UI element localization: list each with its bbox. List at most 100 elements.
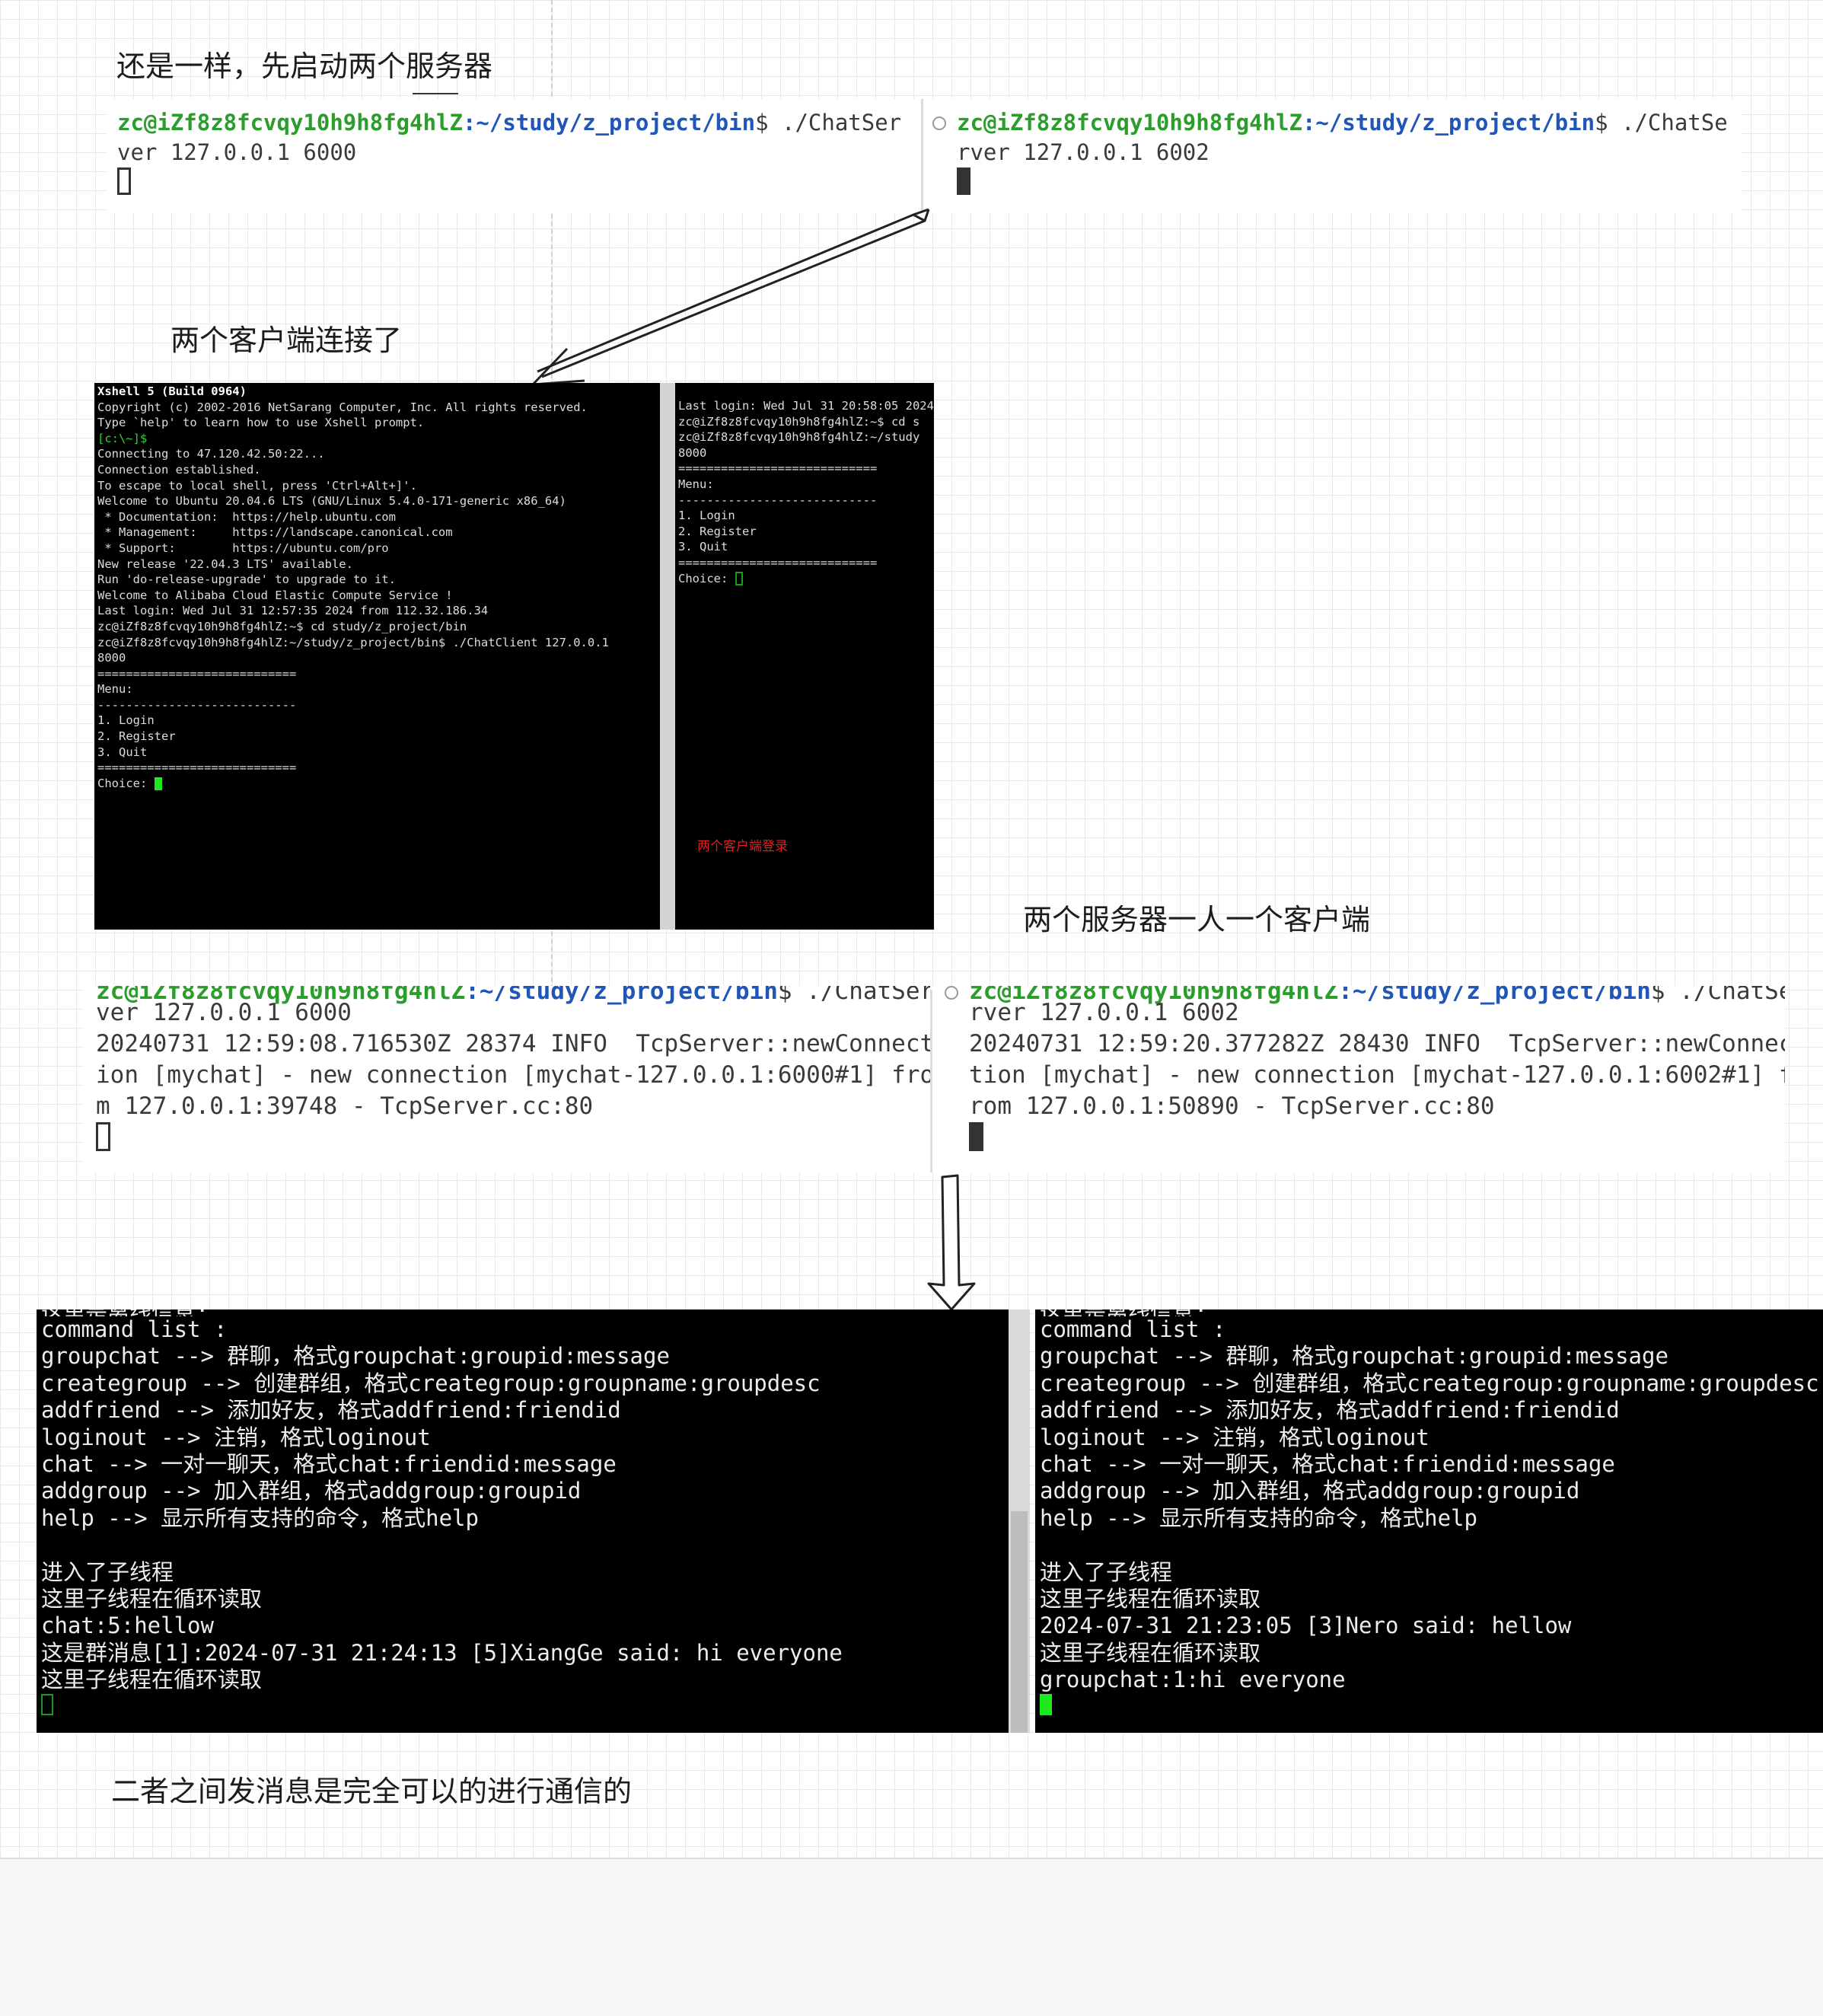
terminal-line: To escape to local shell, press 'Ctrl+Al… [97, 478, 417, 493]
terminal-line: 进入了子线程 [41, 1558, 174, 1585]
terminal-line: 这里子线程在循环读取 [41, 1586, 263, 1612]
annotation-note: 两个客户端登录 [697, 839, 788, 854]
prompt-command: $ ./ChatSer [755, 110, 902, 136]
terminal-line: m 127.0.0.1:39748 - TcpServer.cc:80 [96, 1093, 594, 1120]
cursor-icon [117, 167, 131, 195]
xshell-title: Xshell 5 (Build 0964) [97, 384, 247, 398]
prompt-line-clipped: zc@iZf8z8fcvqy10h9h8fg4hlZ:~/study/z_pro… [96, 986, 930, 1005]
terminal-line: addfriend --> 添加好友，格式addfriend:friendid [1040, 1397, 1620, 1424]
terminal-scrollbar-thumb[interactable] [1011, 1511, 1028, 1733]
terminal-line: groupchat --> 群聊，格式groupchat:groupid:mes… [41, 1343, 670, 1370]
terminal-line: groupchat --> 群聊，格式groupchat:groupid:mes… [1040, 1343, 1668, 1370]
terminal-line: addfriend --> 添加好友，格式addfriend:friendid [41, 1397, 621, 1424]
prompt-path: :~/study/z_project/bin [1302, 110, 1595, 136]
terminal-line: ============================ [678, 461, 878, 476]
terminal-line: addgroup --> 加入群组，格式addgroup:groupid [1040, 1478, 1580, 1504]
prompt-line: zc@iZf8z8fcvqy10h9h8fg4hlZ:~/study/z_pro… [957, 108, 1734, 138]
cursor-icon [1040, 1693, 1052, 1715]
terminal-line: rver 127.0.0.1 6002 [957, 139, 1209, 165]
chat-client-terminal-left: 这里是离线信息: command list : groupchat --> 群聊… [37, 1309, 1009, 1733]
server-log-terminal-right: zc@iZf8z8fcvqy10h9h8fg4hlZ:~/study/z_pro… [932, 986, 1785, 1172]
terminal-line: Last login: Wed Jul 31 12:57:35 2024 fro… [97, 604, 489, 618]
terminal-line: rom 127.0.0.1:50890 - TcpServer.cc:80 [969, 1093, 1495, 1120]
terminal-line: ============================ [97, 666, 297, 681]
terminal-line: ver 127.0.0.1 6000 [117, 139, 357, 165]
terminal-line: Connecting to 47.120.42.50:22... [97, 447, 325, 461]
terminal-line: Last login: Wed Jul 31 20:58:05 2024 [678, 399, 934, 413]
terminal-line: * Support: https://ubuntu.com/pro [97, 541, 389, 555]
terminal-line: 这里子线程在循环读取 [1040, 1639, 1261, 1666]
terminal-line: 这里子线程在循环读取 [1040, 1586, 1261, 1612]
heading-start-servers: 还是一样，先启动两个服务器 [116, 49, 493, 83]
terminal-line: 3. Quit [97, 745, 148, 759]
terminal-line: chat --> 一对一聊天，格式chat:friendid:message [41, 1451, 617, 1478]
down-arrow-icon [927, 1174, 976, 1311]
xshell-client-terminal: Xshell 5 (Build 0964) Copyright (c) 2002… [94, 383, 660, 930]
client2-terminal: Last login: Wed Jul 31 20:58:05 2024 zc@… [675, 383, 934, 930]
terminal-line: 这是群消息[1]:2024-07-31 21:24:13 [5]XiangGe … [41, 1639, 843, 1666]
prompt-command: $ ./ChatSe [1595, 110, 1728, 136]
terminal-line: zc@iZf8z8fcvqy10h9h8fg4hlZ:~$ cd study/z… [97, 619, 467, 633]
prompt-command: $ ./ChatSe [1650, 986, 1785, 1005]
terminal-line: 1. Login [678, 509, 735, 523]
local-prompt: [c:\~]$ [97, 431, 148, 445]
terminal-line: Run 'do-release-upgrade' to upgrade to i… [97, 573, 396, 587]
terminal-line: ---------------------------- [678, 493, 878, 507]
terminal-line: Copyright (c) 2002-2016 NetSarang Comput… [97, 400, 588, 414]
terminal-line-clipped: 这里是离线信息: [41, 1309, 1004, 1316]
terminal-line: 2. Register [678, 524, 757, 538]
prompt-path: :~/study/z_project/bin [465, 986, 778, 1005]
heading-servers-per-client: 两个服务器一人一个客户端 [1023, 903, 1371, 936]
terminal-line: tion [mychat] - new connection [mychat-1… [969, 1061, 1785, 1089]
terminal-line: chat --> 一对一聊天，格式chat:friendid:message [1040, 1451, 1615, 1478]
terminal-line: 2. Register [97, 729, 176, 744]
terminal-line: ion [mychat] - new connection [mychat-12… [96, 1061, 930, 1089]
server-log-terminal-left: zc@iZf8z8fcvqy10h9h8fg4hlZ:~/study/z_pro… [84, 986, 930, 1172]
terminal-line: loginout --> 注销，格式loginout [1040, 1424, 1429, 1450]
terminal-line: 20240731 12:59:20.377282Z 28430 INFO Tcp… [969, 1030, 1785, 1057]
terminal-line: 1. Login [97, 713, 155, 728]
terminal-line: command list : [1040, 1316, 1226, 1342]
cursor-icon [957, 167, 970, 195]
terminal-line: ---------------------------- [97, 697, 297, 712]
terminal-line: New release '22.04.3 LTS' available. [97, 557, 353, 571]
prompt-line-clipped: zc@iZf8z8fcvqy10h9h8fg4hlZ:~/study/z_pro… [969, 986, 1785, 1005]
choice-prompt: Choice: [678, 571, 931, 587]
terminal-line: zc@iZf8z8fcvqy10h9h8fg4hlZ:~/study [678, 430, 920, 445]
terminal-line: Welcome to Alibaba Cloud Elastic Compute… [97, 588, 453, 602]
heading-communication-works: 二者之间发消息是完全可以的进行通信的 [111, 1775, 633, 1808]
cursor-icon [96, 1122, 110, 1151]
terminal-line: 进入了子线程 [1040, 1558, 1173, 1585]
terminal-line: help --> 显示所有支持的命令，格式help [1040, 1504, 1477, 1531]
terminal-line: loginout --> 注销，格式loginout [41, 1424, 431, 1450]
canvas-bottom-divider [0, 1858, 1823, 2016]
prompt-user: zc@iZf8z8fcvqy10h9h8fg4hlZ [957, 110, 1302, 136]
terminal-line: ============================ [678, 555, 878, 569]
terminal-line: zc@iZf8z8fcvqy10h9h8fg4hlZ:~$ cd s [678, 414, 920, 429]
choice-label: Choice: [678, 571, 735, 585]
terminal-line: ============================ [97, 761, 297, 775]
prompt-path: :~/study/z_project/bin [1338, 986, 1651, 1005]
heading-underline [413, 93, 458, 94]
terminal-line: groupchat:1:hi everyone [1040, 1667, 1346, 1693]
terminal-line: chat:5:hellow [41, 1612, 214, 1639]
terminal-splitter [660, 383, 675, 930]
server-terminal-right: zc@iZf8z8fcvqy10h9h8fg4hlZ:~/study/z_pro… [923, 99, 1742, 213]
circle-icon [945, 986, 958, 1000]
terminal-line: 20240731 12:59:08.716530Z 28374 INFO Tcp… [96, 1030, 930, 1057]
terminal-line: 这里子线程在循环读取 [41, 1667, 263, 1693]
terminal-line: Menu: [678, 477, 714, 491]
prompt-command: $ ./ChatSer [777, 986, 930, 1005]
arrow-icon [531, 208, 930, 386]
terminal-line: zc@iZf8z8fcvqy10h9h8fg4hlZ:~/study/z_pro… [97, 635, 609, 649]
heading-clients-connected: 两个客户端连接了 [171, 324, 403, 357]
terminal-line: 8000 [678, 445, 707, 460]
prompt-user: zc@iZf8z8fcvqy10h9h8fg4hlZ [117, 110, 463, 136]
terminal-line: Menu: [97, 682, 133, 697]
terminal-line: command list : [41, 1316, 228, 1342]
circle-icon [932, 116, 946, 130]
terminal-line: creategroup --> 创建群组，格式creategroup:group… [1040, 1370, 1819, 1396]
choice-label: Choice: [97, 776, 155, 790]
